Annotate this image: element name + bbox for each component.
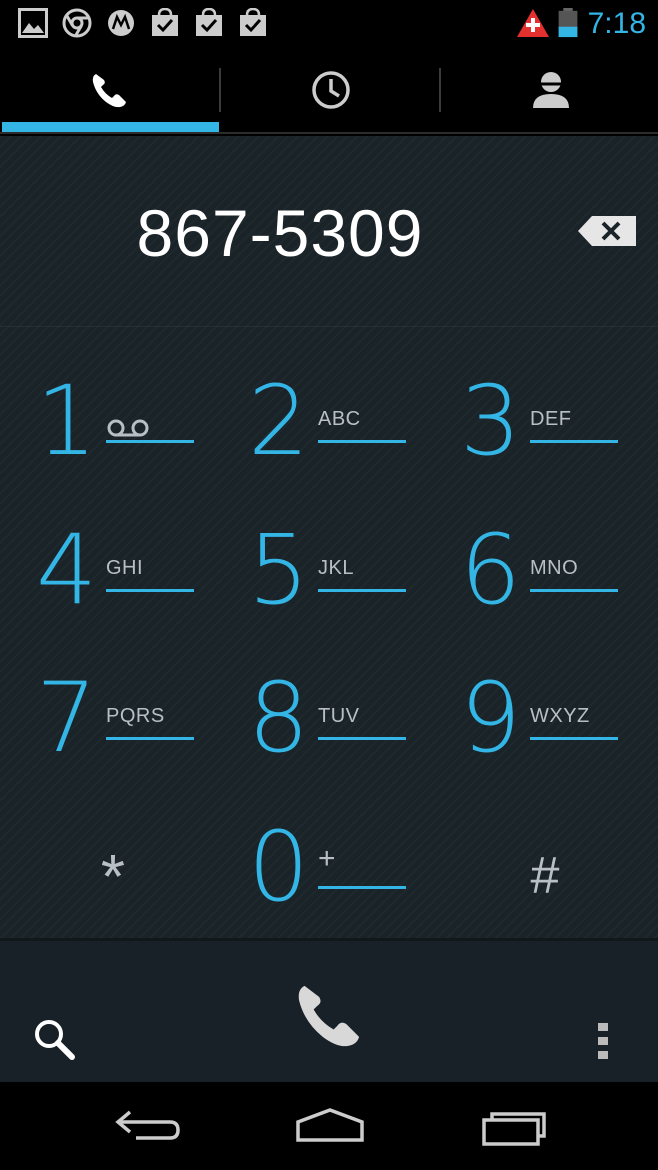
call-icon[interactable] [290,975,370,1055]
market-check-icon [152,8,178,36]
key-underline [318,886,406,889]
key-symbol: # [530,847,560,905]
status-time: 7:18 [587,7,646,40]
key-letters: WXYZ [530,705,590,727]
recents-icon[interactable] [474,1104,554,1148]
key-letters: TUV [318,705,360,727]
key-0[interactable]: 0 + [220,802,430,942]
key-underline [106,737,194,740]
key-digit: 6 [460,514,522,626]
key-symbol: * [100,843,126,912]
motorola-notification-icon [108,10,134,36]
key-pound[interactable]: # [440,802,650,942]
key-7[interactable]: 7 PQRS [8,653,218,793]
phone-icon [92,74,126,108]
key-digit: 7 [36,662,98,774]
key-3[interactable]: 3 DEF [432,356,642,496]
key-underline [530,589,618,592]
gallery-notification-icon [18,8,48,38]
key-digit: 1 [36,365,98,477]
display-separator [0,326,658,327]
key-8[interactable]: 8 TUV [220,653,430,793]
home-icon[interactable] [290,1104,370,1148]
key-digit: 0 [248,811,310,923]
key-letters: ABC [318,408,361,430]
contacts-person-icon [532,72,569,108]
key-letters: JKL [318,557,354,579]
back-icon[interactable] [112,1104,192,1148]
key-underline [530,737,618,740]
dialed-number[interactable]: 867-5309 [0,188,560,278]
key-digit: 4 [36,514,98,626]
key-underline [106,440,194,443]
alert-icon [517,9,549,37]
system-nav-bar [0,1082,658,1170]
market-check-icon [240,8,266,36]
key-digit: 8 [248,662,310,774]
tab-bar [0,48,658,134]
key-digit: 2 [248,365,310,477]
battery-icon [558,8,578,38]
tab-call-log[interactable] [221,48,440,132]
key-9[interactable]: 9 WXYZ [432,653,642,793]
tab-dialer[interactable] [0,48,219,132]
key-letters: MNO [530,557,579,579]
key-underline [106,589,194,592]
key-letters: + [318,842,337,875]
overflow-menu-icon[interactable] [594,1021,612,1061]
call-log-clock-icon [311,71,350,109]
key-underline [318,589,406,592]
key-underline [318,737,406,740]
key-digit: 3 [460,365,522,477]
search-icon[interactable] [32,1017,78,1063]
key-letters: DEF [530,408,572,430]
dial-area: 867-5309 1 2 ABC 3 DEF 4 GHI 5 JKL 6 MNO [0,136,658,938]
key-star[interactable]: * [8,802,218,942]
key-2[interactable]: 2 ABC [220,356,430,496]
backspace-icon[interactable] [576,214,638,248]
key-digit: 5 [248,514,310,626]
tab-contacts[interactable] [441,48,658,132]
chrome-notification-icon [62,8,92,38]
key-underline [318,440,406,443]
key-letters: GHI [106,557,144,579]
key-digit: 9 [460,662,522,774]
status-bar: 7:18 [0,0,658,48]
key-5[interactable]: 5 JKL [220,505,430,645]
selected-tab-indicator [2,122,219,132]
key-1[interactable]: 1 [8,356,218,496]
market-check-icon [196,8,222,36]
key-underline [530,440,618,443]
action-bar [0,938,658,1082]
key-letters: PQRS [106,705,165,727]
voicemail-icon [107,419,149,437]
key-4[interactable]: 4 GHI [8,505,218,645]
key-6[interactable]: 6 MNO [432,505,642,645]
